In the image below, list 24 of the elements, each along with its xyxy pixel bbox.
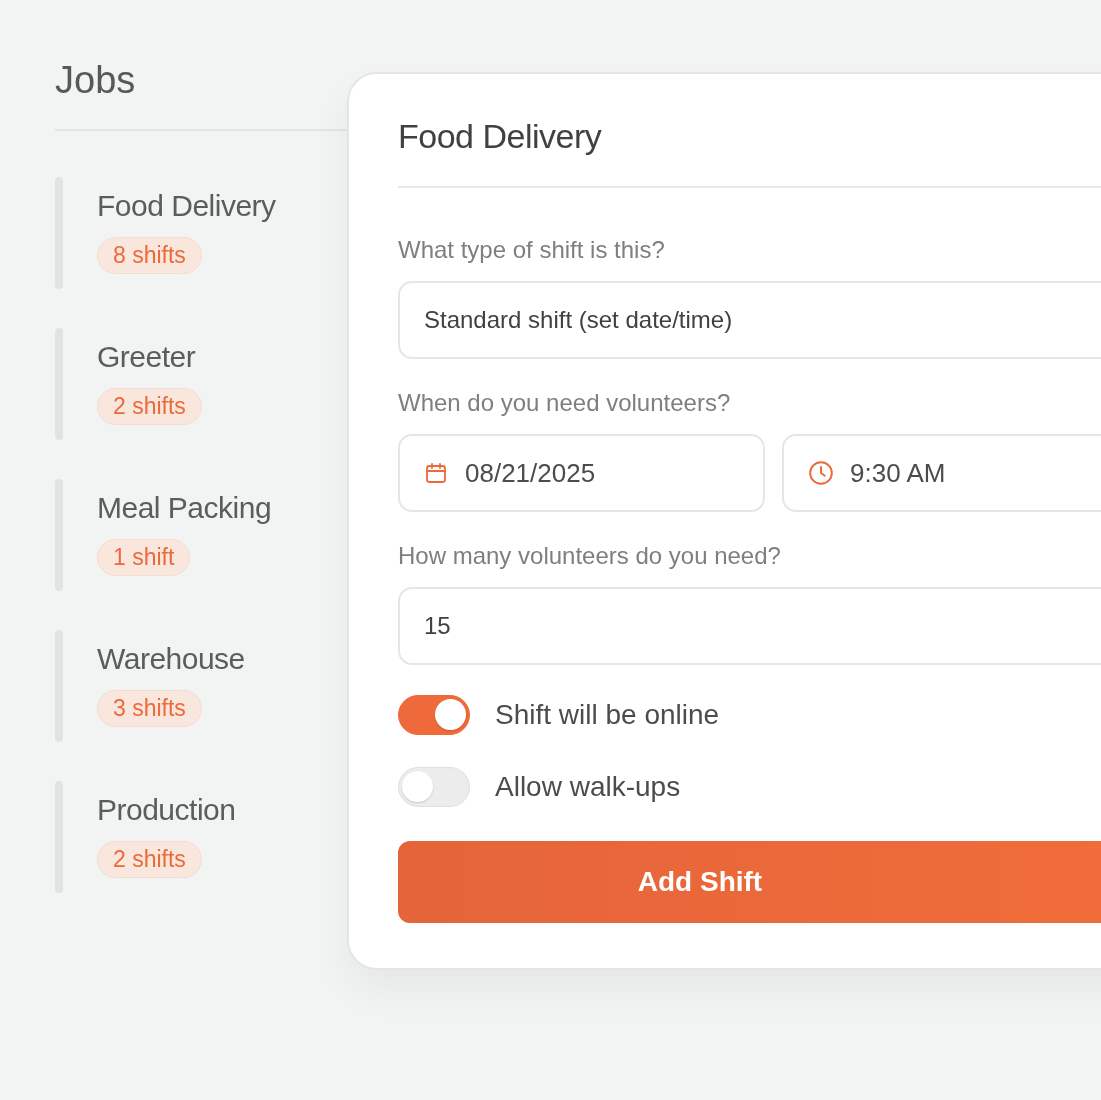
job-name: Production <box>97 793 236 827</box>
calendar-icon <box>424 461 448 485</box>
field-label: How many volunteers do you need? <box>398 542 782 570</box>
field-label: What type of shift is this? <box>398 236 666 264</box>
toggle-switch[interactable] <box>398 695 470 735</box>
job-name: Food Delivery <box>97 189 276 223</box>
toggle-label: Shift will be online <box>495 699 720 731</box>
date-field[interactable]: 08/21/2025 <box>398 434 765 512</box>
field-label: When do you need volunteers? <box>398 389 732 417</box>
form-title: Food Delivery <box>398 116 603 157</box>
shift-count-badge: 2 shifts <box>97 388 202 425</box>
time-field[interactable]: 9:30 AM <box>782 434 1101 512</box>
shift-count-badge: 2 shifts <box>97 841 202 878</box>
sidebar-title: Jobs <box>55 58 137 102</box>
shift-count-badge: 3 shifts <box>97 690 202 727</box>
job-name: Greeter <box>97 340 196 374</box>
job-name: Warehouse <box>97 642 245 676</box>
shift-count-badge: 1 shift <box>97 539 191 576</box>
shift-count-badge: 8 shifts <box>97 237 202 274</box>
toggle-label: Allow walk-ups <box>495 771 681 803</box>
job-name: Meal Packing <box>97 491 272 525</box>
volunteer-count-input[interactable]: 15 <box>398 587 1101 665</box>
clock-icon <box>808 460 834 486</box>
shift-type-select[interactable]: Standard shift (set date/time) <box>398 281 1101 359</box>
